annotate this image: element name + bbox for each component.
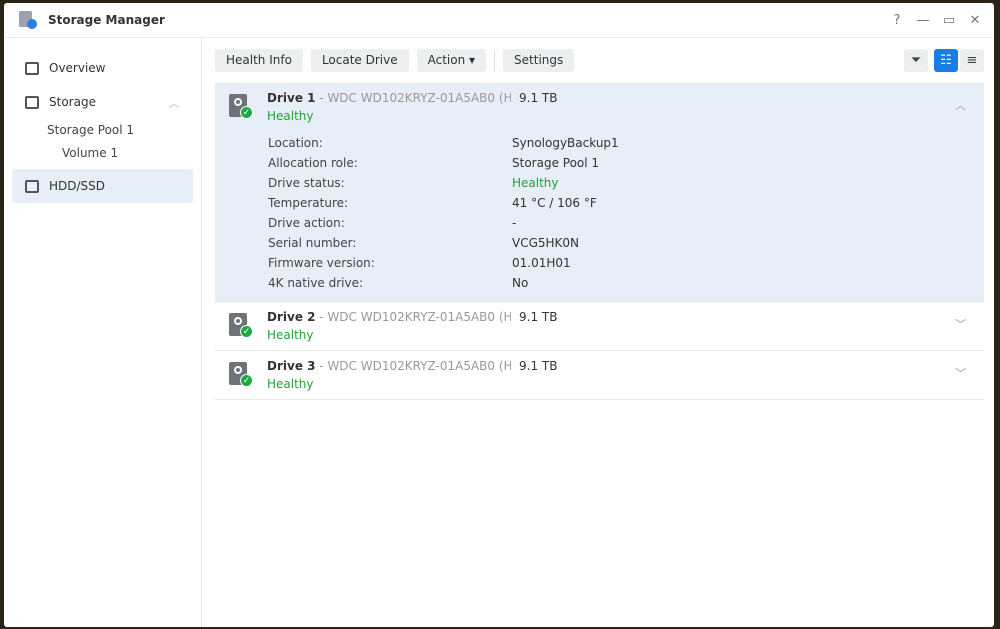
close-icon[interactable]: ✕ bbox=[962, 13, 988, 28]
sidebar-item-overview[interactable]: Overview bbox=[12, 51, 193, 85]
locate-drive-button[interactable]: Locate Drive bbox=[310, 49, 409, 72]
drive-list: ✓ Drive 1 - WDC WD102KRYZ-01A5AB0 (H... … bbox=[215, 83, 984, 400]
overview-icon bbox=[25, 61, 39, 75]
health-info-button[interactable]: Health Info bbox=[215, 49, 303, 72]
drive-details: Location: SynologyBackup1 Allocation role:… bbox=[215, 131, 984, 301]
drive-item[interactable]: ✓ Drive 1 - WDC WD102KRYZ-01A5AB0 (H... … bbox=[215, 83, 984, 302]
sidebar: Overview Storage ︿ Storage Pool 1 Volume … bbox=[4, 38, 202, 627]
detail-label: Firmware version: bbox=[268, 256, 375, 270]
title-bar: Storage Manager ? — ▭ ✕ bbox=[4, 3, 994, 38]
drive-health-status: Healthy bbox=[267, 377, 314, 391]
toolbar: Health Info Locate Drive Action ▾ Settin… bbox=[215, 38, 984, 83]
sidebar-item-hdd-ssd[interactable]: HDD/SSD bbox=[12, 169, 193, 203]
detail-row: 4K native drive: No bbox=[268, 273, 984, 293]
detail-value: SynologyBackup1 bbox=[512, 136, 619, 150]
window-title: Storage Manager bbox=[48, 13, 165, 27]
hdd-healthy-icon: ✓ bbox=[229, 94, 253, 120]
detail-label: Location: bbox=[268, 136, 323, 150]
sidebar-item-storage-pool[interactable]: Storage Pool 1 bbox=[4, 119, 201, 142]
storage-manager-app-icon bbox=[18, 10, 38, 30]
chevron-up-icon[interactable]: ︿ bbox=[955, 97, 966, 113]
filter-icon[interactable]: ⏷ bbox=[904, 49, 928, 72]
drive-health-status: Healthy bbox=[267, 109, 314, 123]
sidebar-item-label: Overview bbox=[49, 61, 106, 75]
detail-label: Serial number: bbox=[268, 236, 357, 250]
detail-label: Drive action: bbox=[268, 216, 345, 230]
detail-label: Drive status: bbox=[268, 176, 345, 190]
drive-name: Drive 2 bbox=[267, 310, 316, 324]
hdd-healthy-icon: ✓ bbox=[229, 362, 253, 388]
storage-manager-window: Storage Manager ? — ▭ ✕ Overview Storage… bbox=[4, 3, 994, 627]
sidebar-item-label: Storage bbox=[49, 95, 96, 109]
detail-row: Allocation role: Storage Pool 1 bbox=[268, 153, 984, 173]
chevron-down-icon[interactable]: ﹀ bbox=[955, 316, 966, 332]
action-dropdown[interactable]: Action ▾ bbox=[416, 49, 487, 72]
drive-model: - WDC WD102KRYZ-01A5AB0 (H... bbox=[315, 310, 511, 324]
list-view-icon[interactable]: ≡ bbox=[960, 49, 984, 72]
drive-item[interactable]: ✓ Drive 2 - WDC WD102KRYZ-01A5AB0 (H... … bbox=[215, 302, 984, 351]
main-panel: Health Info Locate Drive Action ▾ Settin… bbox=[215, 38, 984, 627]
sidebar-item-volume[interactable]: Volume 1 bbox=[4, 142, 201, 165]
drive-capacity: 9.1 TB bbox=[519, 310, 558, 324]
drive-model: - WDC WD102KRYZ-01A5AB0 (H... bbox=[315, 359, 511, 373]
drive-model: - WDC WD102KRYZ-01A5AB0 (H... bbox=[315, 91, 511, 105]
storage-icon bbox=[25, 95, 39, 109]
detail-value: Healthy bbox=[512, 176, 559, 190]
detail-row: Temperature: 41 °C / 106 °F bbox=[268, 193, 984, 213]
chevron-up-icon[interactable]: ︿ bbox=[169, 95, 179, 110]
settings-button[interactable]: Settings bbox=[503, 49, 575, 72]
detail-value: Storage Pool 1 bbox=[512, 156, 600, 170]
sidebar-item-storage[interactable]: Storage ︿ bbox=[12, 85, 193, 119]
detail-value: VCG5HK0N bbox=[512, 236, 580, 250]
detail-row: Drive status: Healthy bbox=[268, 173, 984, 193]
minimize-icon[interactable]: — bbox=[910, 13, 936, 28]
chevron-down-icon[interactable]: ﹀ bbox=[955, 365, 966, 381]
detail-value: - bbox=[512, 216, 517, 230]
detail-label: Allocation role: bbox=[268, 156, 358, 170]
detail-value: 41 °C / 106 °F bbox=[512, 196, 597, 210]
drive-name: Drive 1 bbox=[267, 91, 316, 105]
hdd-healthy-icon: ✓ bbox=[229, 313, 253, 339]
detail-row: Drive action: - bbox=[268, 213, 984, 233]
detail-label: 4K native drive: bbox=[268, 276, 364, 290]
detail-view-icon[interactable]: ☷ bbox=[934, 49, 958, 72]
detail-label: Temperature: bbox=[268, 196, 349, 210]
hdd-icon bbox=[25, 179, 39, 193]
detail-value: No bbox=[512, 276, 529, 290]
detail-value: 01.01H01 bbox=[512, 256, 571, 270]
drive-name: Drive 3 bbox=[267, 359, 316, 373]
detail-row: Location: SynologyBackup1 bbox=[268, 133, 984, 153]
detail-row: Serial number: VCG5HK0N bbox=[268, 233, 984, 253]
drive-capacity: 9.1 TB bbox=[519, 91, 558, 105]
toolbar-divider bbox=[494, 50, 496, 71]
drive-item[interactable]: ✓ Drive 3 - WDC WD102KRYZ-01A5AB0 (H... … bbox=[215, 351, 984, 400]
drive-capacity: 9.1 TB bbox=[519, 359, 558, 373]
drive-health-status: Healthy bbox=[267, 328, 314, 342]
sidebar-item-label: HDD/SSD bbox=[49, 179, 106, 193]
help-icon[interactable]: ? bbox=[884, 13, 910, 28]
detail-row: Firmware version: 01.01H01 bbox=[268, 253, 984, 273]
maximize-icon[interactable]: ▭ bbox=[936, 13, 962, 28]
